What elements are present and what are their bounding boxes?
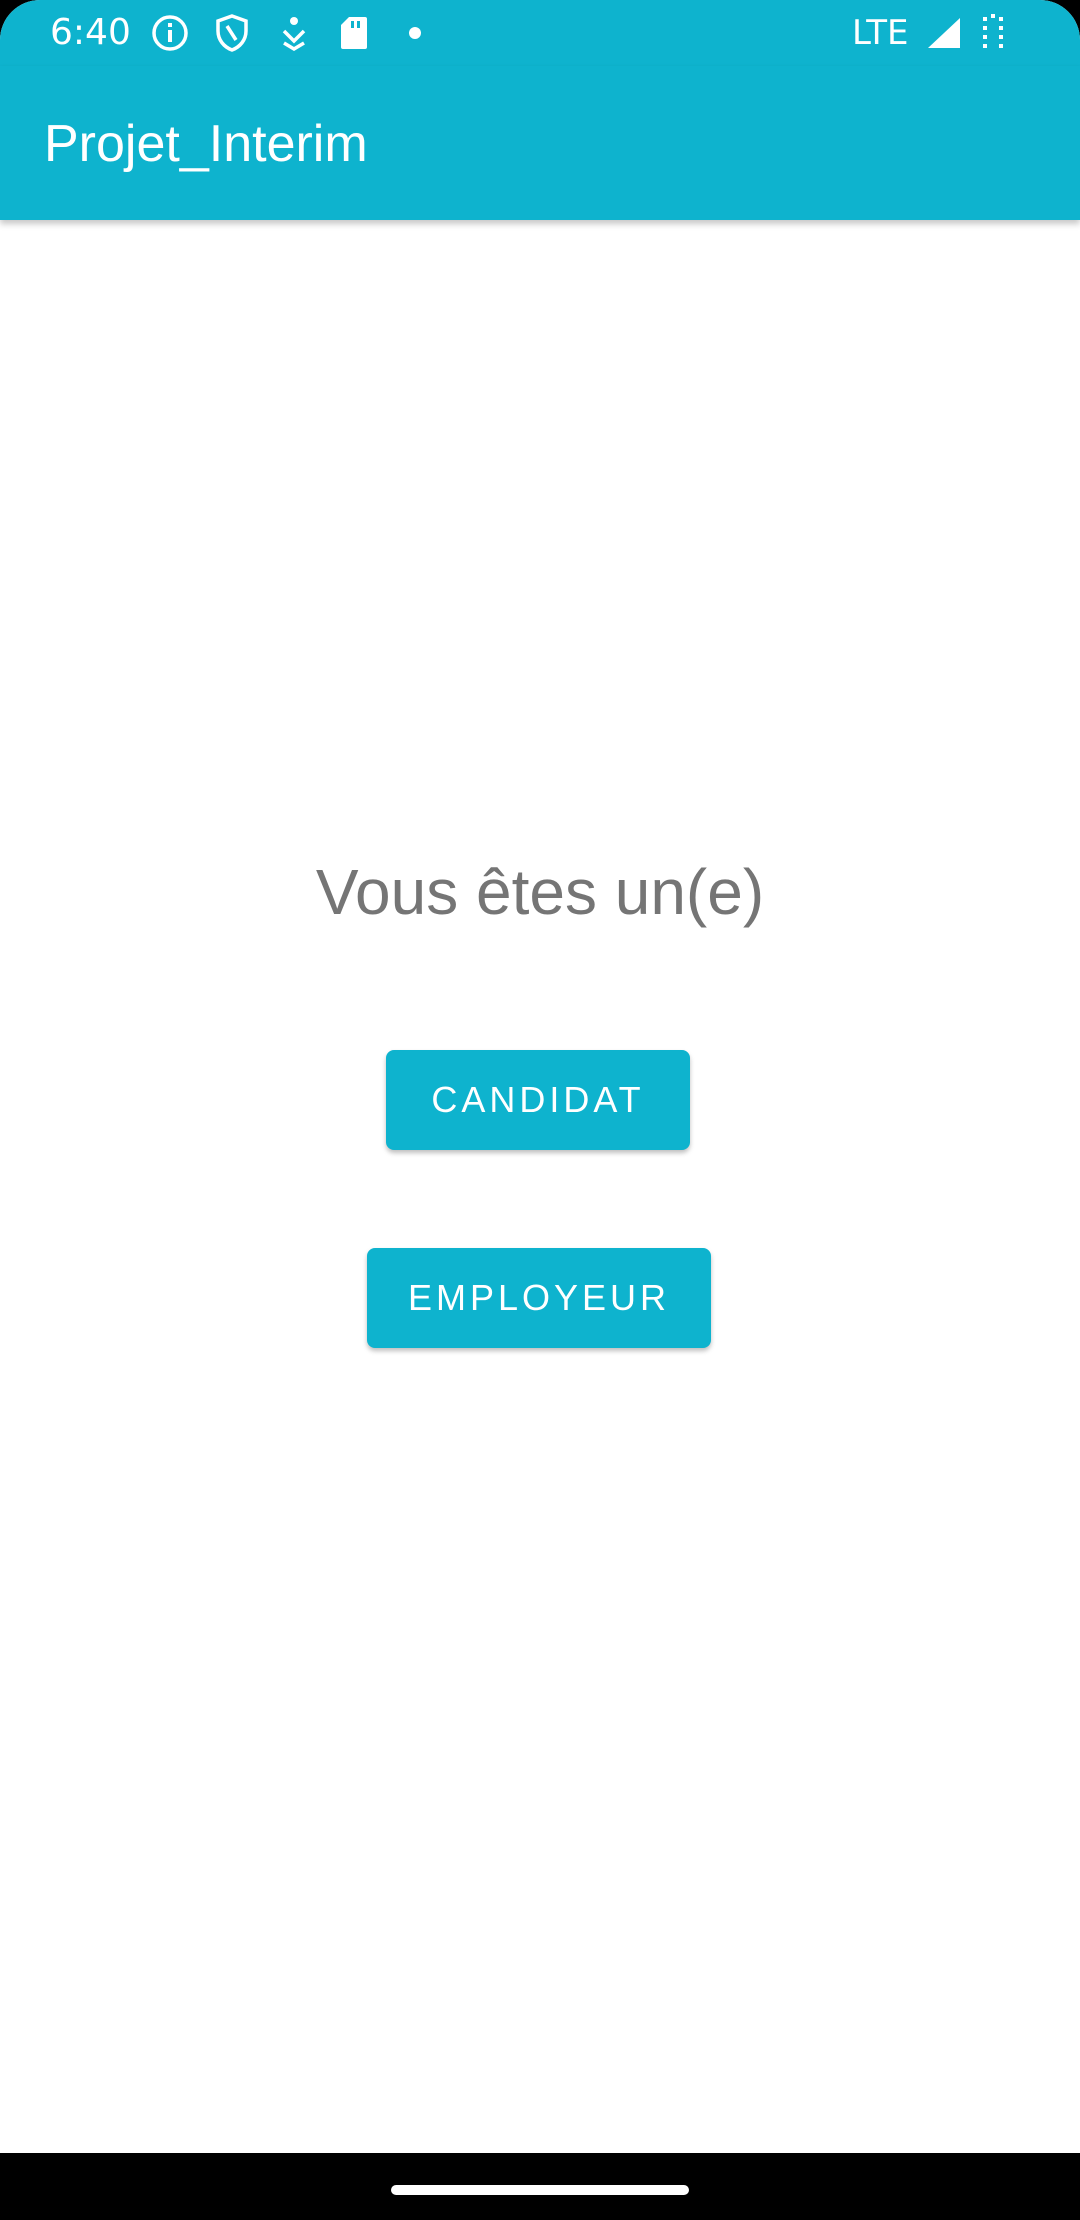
app-title: Projet_Interim [44,115,368,173]
network-type: LTE [852,13,909,53]
status-time: 6:40 [50,12,131,53]
candidat-button[interactable]: CANDIDAT [386,1050,690,1150]
battery-icon [974,14,1012,52]
app-screen: 6:40 LTE Projet_Interim Vous êtes un(e) … [0,0,1080,2220]
home-gesture-handle[interactable] [391,2185,689,2195]
status-bar: 6:40 LTE [0,0,1080,66]
employeur-button[interactable]: EMPLOYEUR [367,1248,711,1348]
app-bar: Projet_Interim [0,66,1080,220]
role-prompt: Vous êtes un(e) [315,856,765,928]
navigation-bar [0,2153,1080,2220]
notification-dot-icon [395,14,435,52]
info-icon [150,14,190,52]
signal-icon [924,14,964,52]
sd-card-icon [334,14,374,52]
download-icon [274,14,314,52]
shield-icon [212,14,252,52]
